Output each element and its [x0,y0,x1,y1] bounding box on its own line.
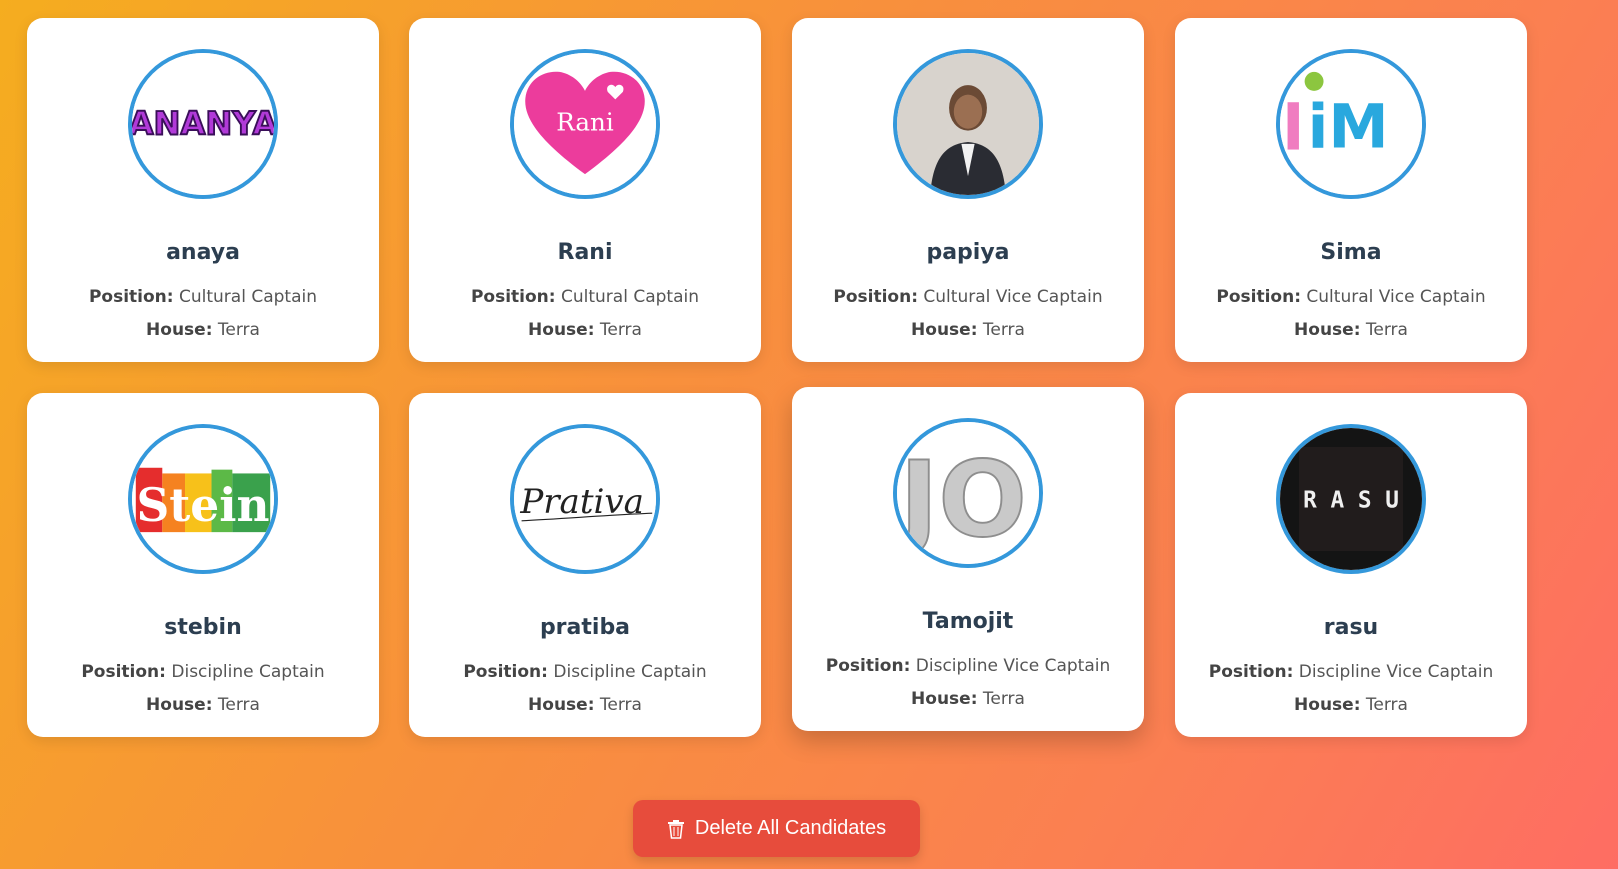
candidate-avatar [893,49,1043,199]
candidate-position: Position: Discipline Captain [27,662,379,682]
position-value: Discipline Vice Captain [1298,662,1494,682]
delete-all-label: Delete All Candidates [694,817,887,839]
house-label: House: [146,695,213,715]
candidate-avatar: Stein [128,424,278,574]
candidate-avatar: iM [1276,49,1426,199]
candidate-avatar: R A S U [1276,424,1426,574]
avatar-image: iM [1280,53,1422,195]
position-label: Position: [470,287,556,307]
avatar-lettering: Rani [556,108,614,137]
candidate-name: Rani [557,240,613,265]
candidate-position: Position: Discipline Vice Captain [792,656,1144,676]
candidate-name: papiya [926,240,1010,265]
candidate-house: House: Terra [409,695,761,715]
position-label: Position: [825,656,911,676]
position-label: Position: [1208,662,1294,682]
house-value: Terra [217,320,260,340]
delete-all-candidates-button[interactable]: Delete All Candidates [633,800,920,857]
house-label: House: [911,689,978,709]
candidate-card: R A S U rasu Position: Discipline Vice C… [1175,393,1527,737]
avatar-image: Stein [132,428,274,570]
house-value: Terra [599,695,642,715]
position-value: Discipline Captain [171,662,325,682]
candidate-position: Position: Cultural Captain [409,287,761,307]
house-label: House: [146,320,213,340]
position-value: Cultural Captain [561,287,700,307]
house-label: House: [1294,320,1361,340]
avatar-lettering: Stein [136,478,269,532]
candidate-name: Tamojit [922,609,1014,634]
position-value: Discipline Captain [553,662,707,682]
candidate-card: Stein stebin Position: Discipline Captai… [27,393,379,737]
candidate-name: rasu [1323,615,1379,640]
candidate-name: stebin [164,615,242,640]
candidate-house: House: Terra [792,320,1144,340]
candidate-card: JO Tamojit Position: Discipline Vice Cap… [792,387,1144,731]
candidate-grid: ANANYA anaya Position: Cultural Captain … [0,0,1618,760]
avatar-lettering: R A S U [1303,488,1399,514]
candidate-house: House: Terra [27,320,379,340]
avatar-image: JO [897,422,1039,564]
house-value: Terra [217,695,260,715]
candidate-avatar: JO [893,418,1043,568]
position-label: Position: [1216,287,1301,307]
candidate-name: anaya [166,240,240,265]
candidate-house: House: Terra [1175,695,1527,715]
position-value: Cultural Captain [179,287,318,307]
candidate-position: Position: Discipline Vice Captain [1175,662,1527,682]
candidate-card: Prativa pratiba Position: Discipline Cap… [409,393,761,737]
position-label: Position: [81,662,166,682]
avatar-lettering: ANANYA [132,104,274,142]
trash-icon [667,819,684,839]
house-value: Terra [982,689,1025,709]
house-label: House: [911,320,978,340]
position-value: Discipline Vice Captain [915,656,1111,676]
house-value: Terra [982,320,1025,340]
candidate-position: Position: Cultural Vice Captain [1175,287,1527,307]
position-label: Position: [88,287,174,307]
candidate-house: House: Terra [409,320,761,340]
candidate-house: House: Terra [1175,320,1527,340]
house-label: House: [528,695,595,715]
position-label: Position: [833,287,918,307]
house-value: Terra [599,320,642,340]
candidate-name: Sima [1320,240,1382,265]
position-value: Cultural Vice Captain [923,287,1103,307]
candidate-position: Position: Discipline Captain [409,662,761,682]
house-label: House: [528,320,595,340]
avatar-photo [897,53,1039,195]
avatar-lettering: JO [897,439,1027,561]
candidate-card: Rani Rani Position: Cultural Captain Hou… [409,18,761,362]
candidate-position: Position: Cultural Captain [27,287,379,307]
house-value: Terra [1365,320,1408,340]
avatar-image: ANANYA [132,53,274,195]
avatar-image: R A S U [1280,428,1422,570]
position-value: Cultural Vice Captain [1306,287,1486,307]
candidate-position: Position: Cultural Vice Captain [792,287,1144,307]
avatar-image: Prativa [514,428,656,570]
candidate-avatar: Rani [510,49,660,199]
house-label: House: [1294,695,1361,715]
avatar-lettering: Prativa [519,482,644,522]
avatar-image: Rani [514,53,656,195]
position-label: Position: [463,662,548,682]
candidate-avatar: ANANYA [128,49,278,199]
house-value: Terra [1365,695,1408,715]
candidate-house: House: Terra [792,689,1144,709]
candidate-house: House: Terra [27,695,379,715]
candidate-name: pratiba [539,615,631,640]
candidate-card: ANANYA anaya Position: Cultural Captain … [27,18,379,362]
avatar-lettering: iM [1308,93,1389,163]
candidate-card: papiya Position: Cultural Vice Captain H… [792,18,1144,362]
candidate-avatar: Prativa [510,424,660,574]
candidate-card: iM Sima Position: Cultural Vice Captain … [1175,18,1527,362]
